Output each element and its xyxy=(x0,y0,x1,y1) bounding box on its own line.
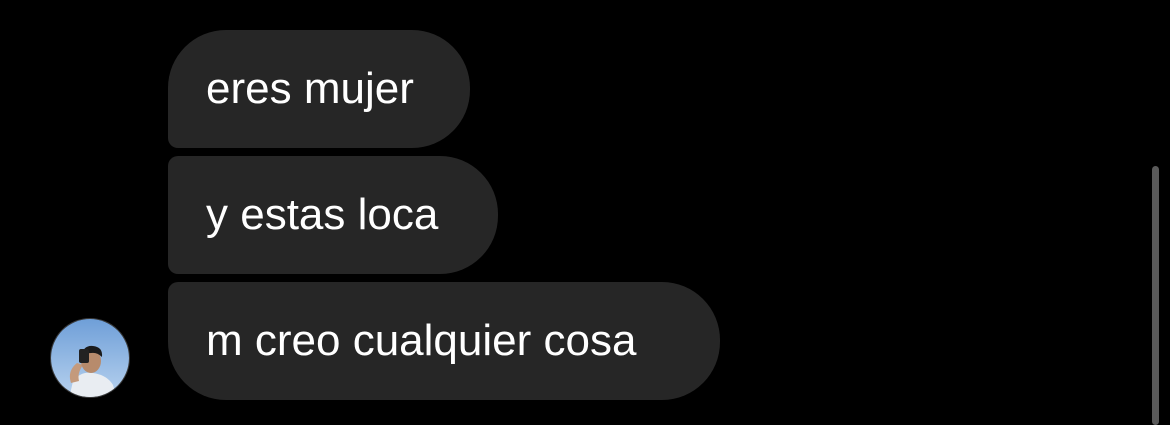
message-text: m creo cualquier cosa xyxy=(206,316,637,365)
message-bubble[interactable]: eres mujer xyxy=(168,30,470,148)
scrollbar[interactable] xyxy=(1152,166,1159,425)
profile-photo-icon xyxy=(51,319,129,397)
message-thread: eres mujer y estas loca m creo cualquier… xyxy=(0,0,1170,425)
message-bubble[interactable]: y estas loca xyxy=(168,156,498,274)
message-text: y estas loca xyxy=(206,190,439,239)
message-text: eres mujer xyxy=(206,64,414,113)
sender-avatar[interactable] xyxy=(50,318,130,398)
message-bubble[interactable]: m creo cualquier cosa xyxy=(168,282,720,400)
